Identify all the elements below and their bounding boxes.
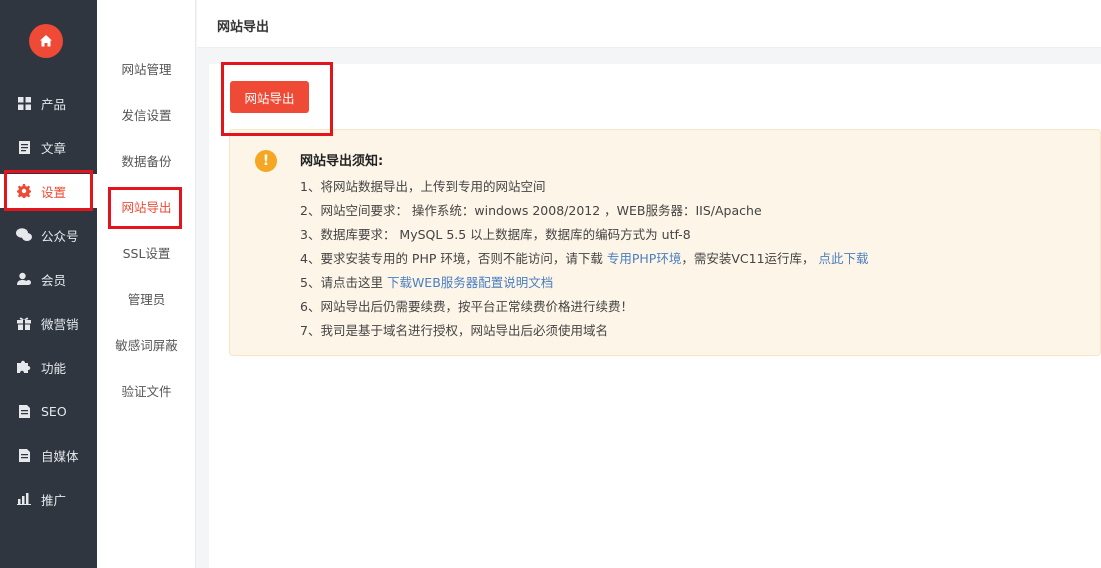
seo-doc-icon (16, 403, 32, 419)
notice-line-6: 6、网站导出后仍需要续费，按平台正常续费价格进行续费！ (300, 299, 633, 314)
notice-line-1: 1、将网站数据导出，上传到专用的网站空间 (300, 179, 546, 194)
sidebar-item-wechat[interactable]: 公众号 (0, 218, 97, 252)
notice-line-7: 7、我司是基于域名进行授权，网站导出后必须使用域名 (300, 323, 608, 338)
main-sidebar: 产品 文章 设置 公众号 会员 微营销 功能 SEO 自媒体 推广 (0, 0, 97, 568)
sidebar-item-label: 推广 (41, 492, 67, 508)
subnav-item-mail-settings[interactable]: 发信设置 (97, 102, 196, 130)
sidebar-item-label: 产品 (41, 96, 67, 112)
sidebar-item-self-media[interactable]: 自媒体 (0, 438, 97, 472)
user-icon (16, 271, 32, 287)
sidebar-item-promotion[interactable]: 推广 (0, 482, 97, 516)
chart-icon (16, 491, 32, 507)
notice-line-3: 3、数据库要求： MySQL 5.5 以上数据库，数据库的编码方式为 utf-8 (300, 227, 691, 242)
sidebar-item-label: 功能 (41, 360, 67, 376)
subnav-item-data-backup[interactable]: 数据备份 (97, 148, 196, 176)
sidebar-item-products[interactable]: 产品 (0, 86, 97, 120)
home-logo[interactable] (29, 24, 63, 58)
notice-line-2: 2、网站空间要求： 操作系统：windows 2008/2012 ，WEB服务器… (300, 203, 762, 218)
sidebar-item-articles[interactable]: 文章 (0, 130, 97, 164)
php-env-link[interactable]: 专用PHP环境 (607, 251, 681, 266)
notice-line-4-text: 4、要求安装专用的 PHP 环境，否则不能访问，请下载 (300, 251, 607, 266)
notice-line-5: 5、请点击这里 下载WEB服务器配置说明文档 (300, 272, 553, 291)
export-button[interactable]: 网站导出 (230, 81, 309, 113)
sidebar-item-label: 设置 (41, 184, 67, 200)
document-icon (16, 139, 32, 155)
subnav-item-sensitive-words[interactable]: 敏感词屏蔽 (97, 332, 196, 360)
subnav-item-verification-file[interactable]: 验证文件 (97, 378, 196, 406)
sidebar-item-label: 自媒体 (41, 448, 79, 464)
sidebar-item-functions[interactable]: 功能 (0, 350, 97, 384)
sidebar-item-members[interactable]: 会员 (0, 262, 97, 296)
subnav-item-administrators[interactable]: 管理员 (97, 286, 196, 314)
settings-subnav: 网站管理 发信设置 数据备份 网站导出 SSL设置 管理员 敏感词屏蔽 验证文件 (97, 0, 196, 568)
subnav-item-site-export[interactable]: 网站导出 (97, 194, 196, 222)
notice-line-4: 4、要求安装专用的 PHP 环境，否则不能访问，请下载 专用PHP环境，需安装V… (300, 248, 869, 267)
media-doc-icon (16, 447, 32, 463)
sidebar-item-label: SEO (41, 403, 67, 419)
sidebar-item-label: 公众号 (41, 228, 79, 244)
page-header: 网站导出 (197, 0, 1101, 48)
page-title: 网站导出 (217, 20, 270, 35)
gear-icon (16, 183, 32, 199)
puzzle-icon (16, 359, 32, 375)
sidebar-item-label: 会员 (41, 272, 67, 288)
home-icon (40, 35, 52, 47)
notice-line-4-text-b: ，需安装VC11运行库， (681, 251, 815, 266)
subnav-item-ssl-settings[interactable]: SSL设置 (97, 240, 196, 268)
server-config-doc-link[interactable]: 下载WEB服务器配置说明文档 (387, 275, 553, 290)
grid-icon (16, 95, 32, 111)
sidebar-item-settings[interactable]: 设置 (0, 174, 97, 208)
vc11-download-link[interactable]: 点此下载 (819, 251, 869, 266)
sidebar-item-micro-marketing[interactable]: 微营销 (0, 306, 97, 340)
warning-icon: ! (255, 150, 277, 172)
gift-icon (16, 315, 32, 331)
export-notice-panel: ! 网站导出须知: 1、将网站数据导出，上传到专用的网站空间 2、网站空间要求：… (229, 129, 1101, 356)
sidebar-item-label: 文章 (41, 140, 67, 156)
notice-title: 网站导出须知: (300, 154, 384, 169)
sidebar-item-seo[interactable]: SEO (0, 394, 97, 428)
sidebar-item-label: 微营销 (41, 316, 79, 332)
notice-line-5-text: 5、请点击这里 (300, 275, 387, 290)
subnav-item-site-management[interactable]: 网站管理 (97, 56, 196, 84)
wechat-icon (16, 227, 32, 243)
